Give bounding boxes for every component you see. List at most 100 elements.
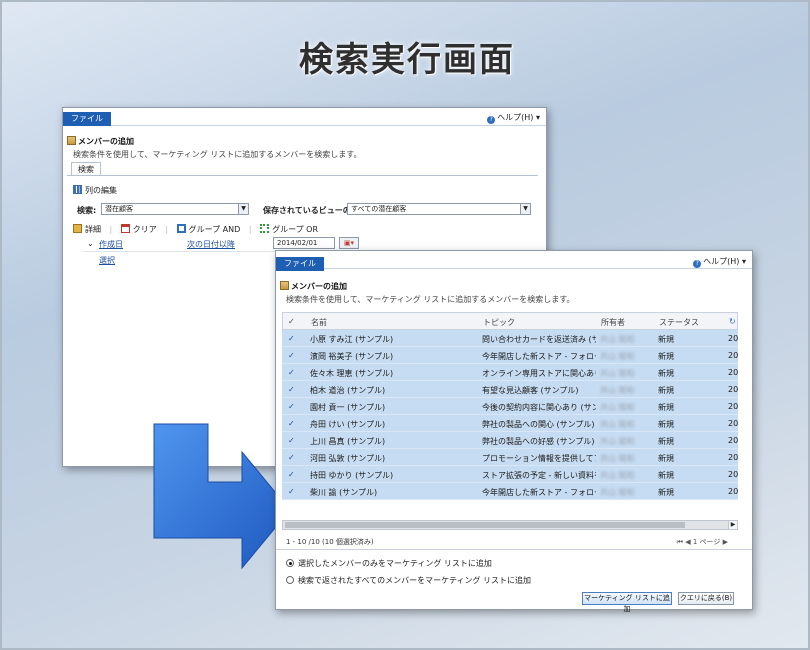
clear-icon [120, 224, 130, 233]
row-checkbox[interactable]: ✓ [288, 334, 302, 343]
help-label: ヘルプ(H) [497, 113, 534, 122]
cell-status: 新規 [658, 437, 674, 446]
cell-owner: 共山 陽和 [600, 420, 635, 429]
table-row[interactable]: ✓ 柏木 道治 (サンプル) 有望な見込顧客 (サンプル) 共山 陽和 新規 20 [282, 381, 738, 398]
cell-name: 上川 昌真 (サンプル) [310, 437, 386, 446]
record-count: 1 - 10 /10 (10 個選択済み) [286, 538, 374, 546]
row-checkbox[interactable]: ✓ [288, 351, 302, 360]
filter-toolbar: 詳細 | クリア | グループ AND | グループ OR [73, 224, 318, 235]
detail-button[interactable]: 詳細 [73, 224, 101, 234]
cell-status: 新規 [658, 471, 674, 480]
group-and-icon [176, 224, 186, 233]
help-menu[interactable]: ? ヘルプ(H) ▾ [693, 256, 746, 268]
row-checkbox[interactable]: ✓ [288, 436, 302, 445]
search-entity-value: 潜在顧客 [105, 205, 133, 213]
cell-owner: 共山 陽和 [600, 488, 635, 497]
tab-divider [67, 175, 538, 176]
cell-owner: 共山 陽和 [600, 352, 635, 361]
cell-owner: 共山 陽和 [600, 386, 635, 395]
cell-date: 20 [728, 402, 739, 411]
horizontal-scrollbar[interactable]: ▶ [282, 520, 738, 530]
results-window: ファイル ? ヘルプ(H) ▾ メンバーの追加 検索条件を使用して、マーケティング… [275, 250, 753, 613]
cell-date: 20 [728, 368, 739, 377]
clear-button[interactable]: クリア [120, 224, 157, 234]
table-row[interactable]: ✓ 園村 貢一 (サンプル) 今後の契約内容に関心あり (サンプル) 共山 陽和 新規 2… [282, 398, 738, 415]
clear-label: クリア [132, 225, 157, 234]
group-and-button[interactable]: グループ AND [176, 224, 241, 234]
search-entity-select[interactable]: 潜在顧客 ▼ [101, 203, 249, 215]
filter-row-chevron-icon[interactable]: ⌄ [87, 239, 94, 248]
select-all-checkbox[interactable]: ✓ [288, 317, 295, 326]
row-checkbox[interactable]: ✓ [288, 385, 302, 394]
cell-name: 持田 ゆかり (サンプル) [310, 471, 394, 480]
table-row[interactable]: ✓ 佐々木 理恵 (サンプル) オンライン専用ストアに関心あり (サン… 共山 陽和 新… [282, 364, 738, 381]
select-field-link[interactable]: 選択 [99, 255, 115, 266]
group-or-icon [260, 224, 270, 233]
saved-view-select[interactable]: すべての潜在顧客 ▼ [347, 203, 531, 215]
table-row[interactable]: ✓ 柴川 諭 (サンプル) 今年開店した新ストア - フォローアップ… 共山 陽和 新規… [282, 483, 738, 500]
cell-owner: 共山 陽和 [600, 437, 635, 446]
slide-frame: 検索実行画面 ファイル ? ヘルプ(H) ▾ メンバーの追加 検索条件を使用して、… [0, 0, 810, 650]
cell-status: 新規 [658, 335, 674, 344]
cell-topic: オンライン専用ストアに関心あり (サン… [482, 369, 596, 378]
help-menu[interactable]: ? ヘルプ(H) ▾ [487, 112, 540, 124]
cell-topic: プロモーション情報を提供してフォロ… [482, 454, 596, 463]
file-tab[interactable]: ファイル [276, 257, 324, 271]
row-checkbox[interactable]: ✓ [288, 402, 302, 411]
column-header-topic[interactable]: トピック [483, 317, 515, 328]
group-or-button[interactable]: グループ OR [260, 224, 318, 234]
column-header-status[interactable]: ステータス [659, 317, 699, 328]
cell-date: 20 [728, 487, 739, 496]
cell-topic: 問い合わせカードを返送済み (サンプ… [482, 335, 596, 344]
table-row[interactable]: ✓ 舟田 けい (サンプル) 弊社の製品への関心 (サンプル) 共山 陽和 新規 20 [282, 415, 738, 432]
help-icon: ? [487, 116, 496, 124]
row-checkbox[interactable]: ✓ [288, 368, 302, 377]
table-row[interactable]: ✓ 上川 昌真 (サンプル) 弊社の製品への好感 (サンプル) 共山 陽和 新規 20 [282, 432, 738, 449]
cell-status: 新規 [658, 386, 674, 395]
column-header-name[interactable]: 名前 [311, 317, 327, 328]
refresh-icon[interactable]: ↻ [729, 317, 736, 326]
cell-name: 濱岡 裕美子 (サンプル) [310, 352, 394, 361]
table-row[interactable]: ✓ 河田 弘敦 (サンプル) プロモーション情報を提供してフォロ… 共山 陽和 新規 20 [282, 449, 738, 466]
ribbon-bar: ファイル ? ヘルプ(H) ▾ [63, 108, 546, 126]
next-page-icon[interactable]: ▶ [723, 538, 728, 546]
detail-label: 詳細 [85, 225, 101, 234]
group-and-label: グループ AND [188, 225, 241, 234]
row-checkbox[interactable]: ✓ [288, 487, 302, 496]
table-row[interactable]: ✓ 濱岡 裕美子 (サンプル) 今年開店した新ストア - フォローアップ… 共山 陽和… [282, 347, 738, 364]
row-checkbox[interactable]: ✓ [288, 470, 302, 479]
filter-date-input[interactable]: 2014/02/01 [273, 237, 335, 249]
cell-date: 20 [728, 436, 739, 445]
help-label: ヘルプ(H) [703, 257, 740, 266]
table-row[interactable]: ✓ 小原 すみ江 (サンプル) 問い合わせカードを返送済み (サンプ… 共山 陽和 新規… [282, 330, 738, 347]
filter-operator[interactable]: 次の日付以降 [187, 239, 235, 250]
radio-all-members[interactable]: 検索で返されたすべてのメンバーをマーケティング リストに追加 [286, 575, 531, 586]
scroll-right-icon[interactable]: ▶ [728, 521, 737, 529]
file-tab[interactable]: ファイル [63, 112, 111, 126]
column-header-owner[interactable]: 所有者 [601, 317, 625, 328]
cell-name: 園村 貢一 (サンプル) [310, 403, 386, 412]
radio-selected-label: 選択したメンバーのみをマーケティング リストに追加 [298, 559, 492, 568]
scrollbar-thumb[interactable] [285, 522, 685, 528]
window-header: メンバーの追加 検索条件を使用して、マーケティング リストに追加するメンバーを検… [280, 281, 574, 305]
back-to-query-button[interactable]: クエリに戻る(B) [678, 592, 734, 605]
edit-columns-label: 列の編集 [85, 186, 117, 195]
calendar-icon[interactable]: ▣▾ [339, 237, 359, 249]
prev-page-icon[interactable]: ◀ [685, 538, 690, 546]
tab-search[interactable]: 検索 [71, 162, 101, 176]
row-checkbox[interactable]: ✓ [288, 419, 302, 428]
add-to-list-button[interactable]: マーケティング リストに追加 [582, 592, 672, 613]
radio-all-dot[interactable] [286, 576, 294, 584]
cell-name: 柴川 諭 (サンプル) [310, 488, 378, 497]
edit-columns-button[interactable]: 列の編集 [73, 185, 117, 196]
table-row[interactable]: ✓ 持田 ゆかり (サンプル) ストア拡張の予定 - 新しい資料を送… 共山 陽和 新規… [282, 466, 738, 483]
add-member-icon [67, 136, 76, 145]
radio-selected-dot[interactable] [286, 559, 294, 567]
filter-field[interactable]: 作成日 [99, 239, 123, 250]
cell-topic: 今年開店した新ストア - フォローアップ… [482, 488, 596, 497]
first-page-icon[interactable]: ⏮ [677, 538, 683, 546]
cell-date: 20 [728, 351, 739, 360]
footer-divider [276, 549, 752, 550]
radio-selected-members[interactable]: 選択したメンバーのみをマーケティング リストに追加 [286, 558, 492, 569]
row-checkbox[interactable]: ✓ [288, 453, 302, 462]
